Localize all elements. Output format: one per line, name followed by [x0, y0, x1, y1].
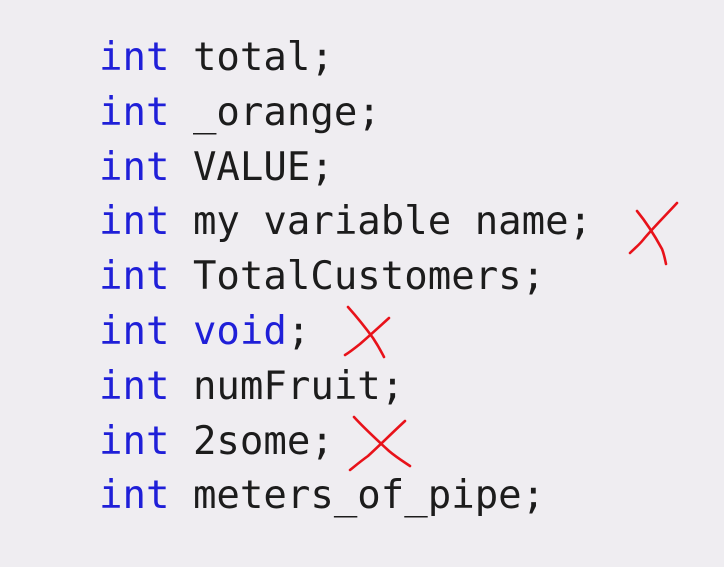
type-keyword: int	[99, 363, 170, 409]
variable-name: my variable name	[192, 199, 569, 245]
type-keyword: int	[99, 254, 170, 300]
variable-name-keyword: void	[192, 308, 287, 354]
variable-name: 2some	[192, 418, 311, 464]
variable-name: VALUE	[192, 144, 311, 190]
code-line-8: int 2some;	[99, 415, 592, 470]
code-line-2: int _orange;	[99, 86, 592, 141]
variable-name: numFruit	[192, 363, 381, 409]
code-line-1: int total;	[99, 31, 592, 86]
code-line-5: int TotalCustomers;	[99, 250, 592, 305]
semicolon: ;	[521, 473, 546, 519]
code-slide: int total; int _orange; int VALUE; int my v…	[0, 0, 724, 567]
semicolon: ;	[286, 308, 311, 354]
code-line-9: int meters_of_pipe;	[99, 469, 592, 524]
type-keyword: int	[99, 35, 170, 80]
type-keyword: int	[99, 473, 170, 519]
cross-mark-icon	[628, 201, 679, 266]
variable-name: TotalCustomers	[192, 254, 522, 300]
semicolon: ;	[310, 144, 334, 190]
semicolon: ;	[310, 35, 334, 80]
semicolon: ;	[357, 89, 381, 135]
variable-name: meters_of_pipe	[192, 473, 522, 519]
code-line-4: int my variable name;	[99, 195, 592, 250]
code-line-7: int numFruit;	[99, 360, 592, 415]
type-keyword: int	[99, 418, 170, 464]
code-line-6: int void;	[99, 305, 592, 360]
type-keyword: int	[99, 308, 170, 354]
variable-name: _orange	[192, 89, 358, 135]
semicolon: ;	[310, 418, 334, 464]
semicolon: ;	[521, 254, 546, 300]
type-keyword: int	[99, 144, 170, 190]
code-block: int total; int _orange; int VALUE; int my v…	[99, 31, 592, 524]
type-keyword: int	[99, 89, 170, 135]
semicolon: ;	[380, 363, 405, 409]
semicolon: ;	[568, 199, 593, 245]
type-keyword: int	[99, 199, 170, 245]
variable-name: total	[192, 35, 311, 80]
code-line-3: int VALUE;	[99, 141, 592, 196]
